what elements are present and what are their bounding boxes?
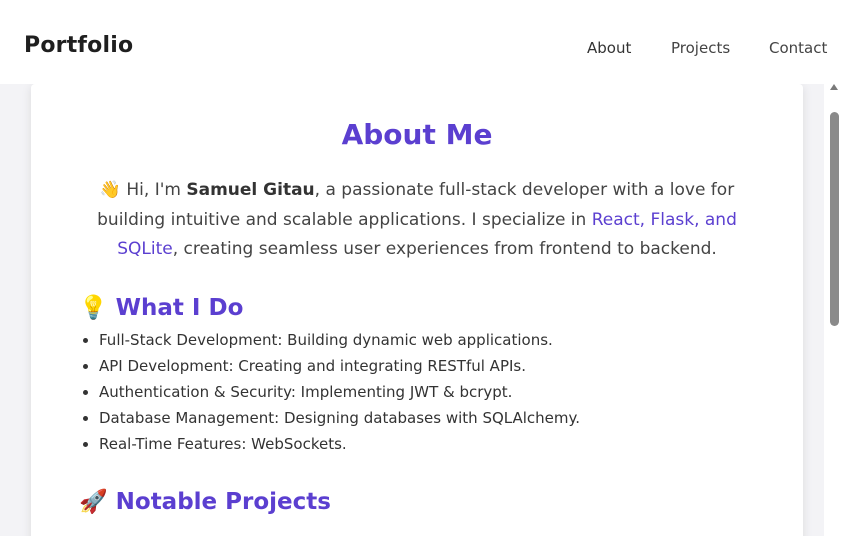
list-item: Full-Stack Development: Building dynamic… [99, 330, 580, 356]
nav-link-projects[interactable]: Projects [671, 39, 730, 57]
author-name: Samuel Gitau [186, 180, 315, 200]
what-i-do-heading: 💡 What I Do [79, 294, 243, 321]
notable-projects-heading: 🚀 Notable Projects [79, 488, 331, 515]
about-card: About Me 👋 Hi, I'm Samuel Gitau, a passi… [31, 84, 803, 536]
scroll-thumb[interactable] [830, 112, 839, 326]
page-background: About Me 👋 Hi, I'm Samuel Gitau, a passi… [0, 84, 824, 536]
vertical-scrollbar[interactable] [824, 84, 858, 536]
what-i-do-title: What I Do [115, 295, 244, 321]
lightbulb-icon: 💡 [79, 295, 108, 321]
intro-text-3: , creating seamless user experiences fro… [172, 239, 717, 259]
list-item: Database Management: Designing databases… [99, 408, 580, 434]
brand-logo[interactable]: Portfolio [24, 33, 133, 58]
wave-emoji: 👋 [99, 180, 121, 200]
intro-text-1: Hi, I'm [126, 180, 187, 200]
list-item: API Development: Creating and integratin… [99, 356, 580, 382]
list-item: Authentication & Security: Implementing … [99, 382, 580, 408]
about-title: About Me [341, 118, 493, 151]
about-intro: 👋 Hi, I'm Samuel Gitau, a passionate ful… [75, 176, 759, 265]
rocket-icon: 🚀 [79, 489, 108, 515]
navbar: Portfolio About Projects Contact [0, 0, 858, 92]
list-item: Real-Time Features: WebSockets. [99, 434, 580, 460]
what-i-do-list: Full-Stack Development: Building dynamic… [79, 330, 580, 460]
nav-link-contact[interactable]: Contact [769, 39, 827, 57]
notable-projects-title: Notable Projects [115, 489, 331, 515]
nav-link-about[interactable]: About [587, 39, 631, 57]
scroll-up-arrow-icon[interactable] [830, 84, 838, 90]
